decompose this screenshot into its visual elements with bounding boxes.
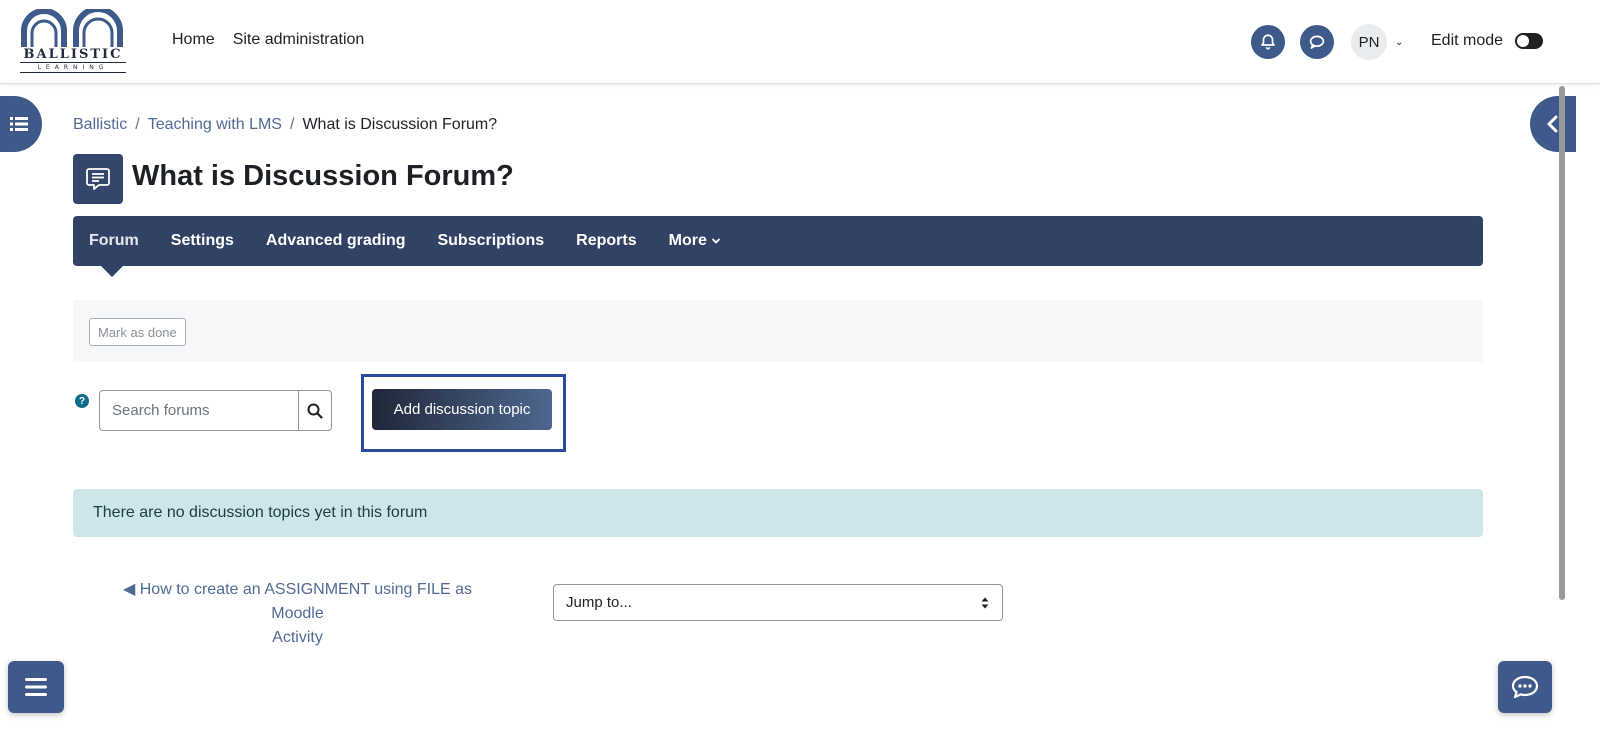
tab-reports[interactable]: Reports	[576, 232, 636, 250]
breadcrumb-separator: /	[135, 116, 140, 133]
active-tab-indicator	[100, 265, 124, 277]
block-drawer-toggle[interactable]	[1530, 96, 1576, 152]
search-button[interactable]	[298, 390, 332, 431]
logo-name: BALLISTIC	[23, 47, 123, 62]
mark-as-done-button[interactable]: Mark as done	[89, 318, 186, 346]
primary-navigation: Home Site administration	[172, 31, 364, 49]
forum-activity-icon	[73, 154, 123, 204]
user-menu[interactable]: PN ⌄	[1351, 24, 1403, 60]
previous-arrow-icon: ◀	[122, 581, 136, 598]
search-forums	[99, 390, 332, 431]
messages-button[interactable]	[1300, 25, 1334, 59]
breadcrumb-link[interactable]: Ballistic	[73, 116, 127, 134]
breadcrumb-separator: /	[289, 116, 295, 133]
breadcrumb-link[interactable]: Teaching with LMS	[148, 116, 282, 134]
previous-activity-title: How to create an ASSIGNMENT using FILE a…	[139, 581, 473, 622]
page-title: What is Discussion Forum?	[132, 160, 514, 192]
previous-activity-link[interactable]: ◀ How to create an ASSIGNMENT using FILE…	[100, 578, 495, 650]
chat-dots-icon	[1511, 675, 1539, 699]
hamburger-icon	[25, 678, 47, 696]
search-input[interactable]	[99, 390, 298, 431]
breadcrumb: Ballistic / Teaching with LMS / What is …	[73, 116, 497, 134]
site-logo[interactable]: BALLISTIC LEARNING	[18, 6, 128, 75]
nav-home[interactable]: Home	[172, 31, 215, 49]
jump-to-value: Jump to...	[566, 594, 632, 611]
list-icon	[10, 117, 28, 131]
menu-button[interactable]	[8, 661, 64, 713]
secondary-navigation: Forum Settings Advanced grading Subscrip…	[73, 216, 1483, 266]
chat-button[interactable]	[1498, 661, 1552, 713]
chevron-left-icon	[1547, 115, 1558, 133]
tab-forum[interactable]: Forum	[89, 232, 139, 250]
tab-advanced-grading[interactable]: Advanced grading	[266, 232, 406, 250]
help-icon[interactable]: ?	[75, 394, 89, 408]
tab-more[interactable]: More	[669, 232, 721, 250]
edit-mode-switch[interactable]: Edit mode	[1431, 32, 1544, 50]
logo-divider-bottom	[20, 72, 126, 73]
course-index-drawer-toggle[interactable]	[0, 96, 42, 152]
chat-bubble-icon	[1309, 35, 1325, 49]
jump-to-select[interactable]: Jump to...	[553, 584, 1003, 621]
tab-settings[interactable]: Settings	[171, 232, 234, 250]
logo-subtitle: LEARNING	[37, 64, 109, 71]
previous-activity-title-cont: Activity	[272, 629, 323, 646]
tab-subscriptions[interactable]: Subscriptions	[437, 232, 544, 250]
add-discussion-topic-button[interactable]: Add discussion topic	[372, 389, 552, 430]
forum-icon	[86, 168, 110, 190]
search-icon	[307, 403, 323, 419]
logo-divider	[20, 62, 126, 63]
breadcrumb-current: What is Discussion Forum?	[302, 116, 498, 133]
nav-site-administration[interactable]: Site administration	[233, 31, 365, 49]
tab-more-label: More	[668, 232, 707, 249]
logo-arches-icon	[21, 6, 123, 47]
top-navbar: BALLISTIC LEARNING Home Site administrat…	[0, 0, 1600, 84]
page-scrollbar[interactable]	[1559, 86, 1565, 600]
sort-caret-icon	[981, 597, 989, 608]
info-alert: There are no discussion topics yet in th…	[73, 489, 1483, 537]
bell-icon	[1261, 34, 1275, 50]
edit-mode-label: Edit mode	[1431, 32, 1504, 49]
chevron-down-icon: ⌄	[1395, 36, 1404, 48]
activity-completion-bar: Mark as done	[73, 300, 1483, 362]
chevron-down-icon	[711, 238, 720, 244]
notifications-button[interactable]	[1251, 25, 1285, 59]
avatar[interactable]: PN	[1351, 24, 1387, 60]
edit-mode-toggle[interactable]	[1515, 33, 1544, 49]
